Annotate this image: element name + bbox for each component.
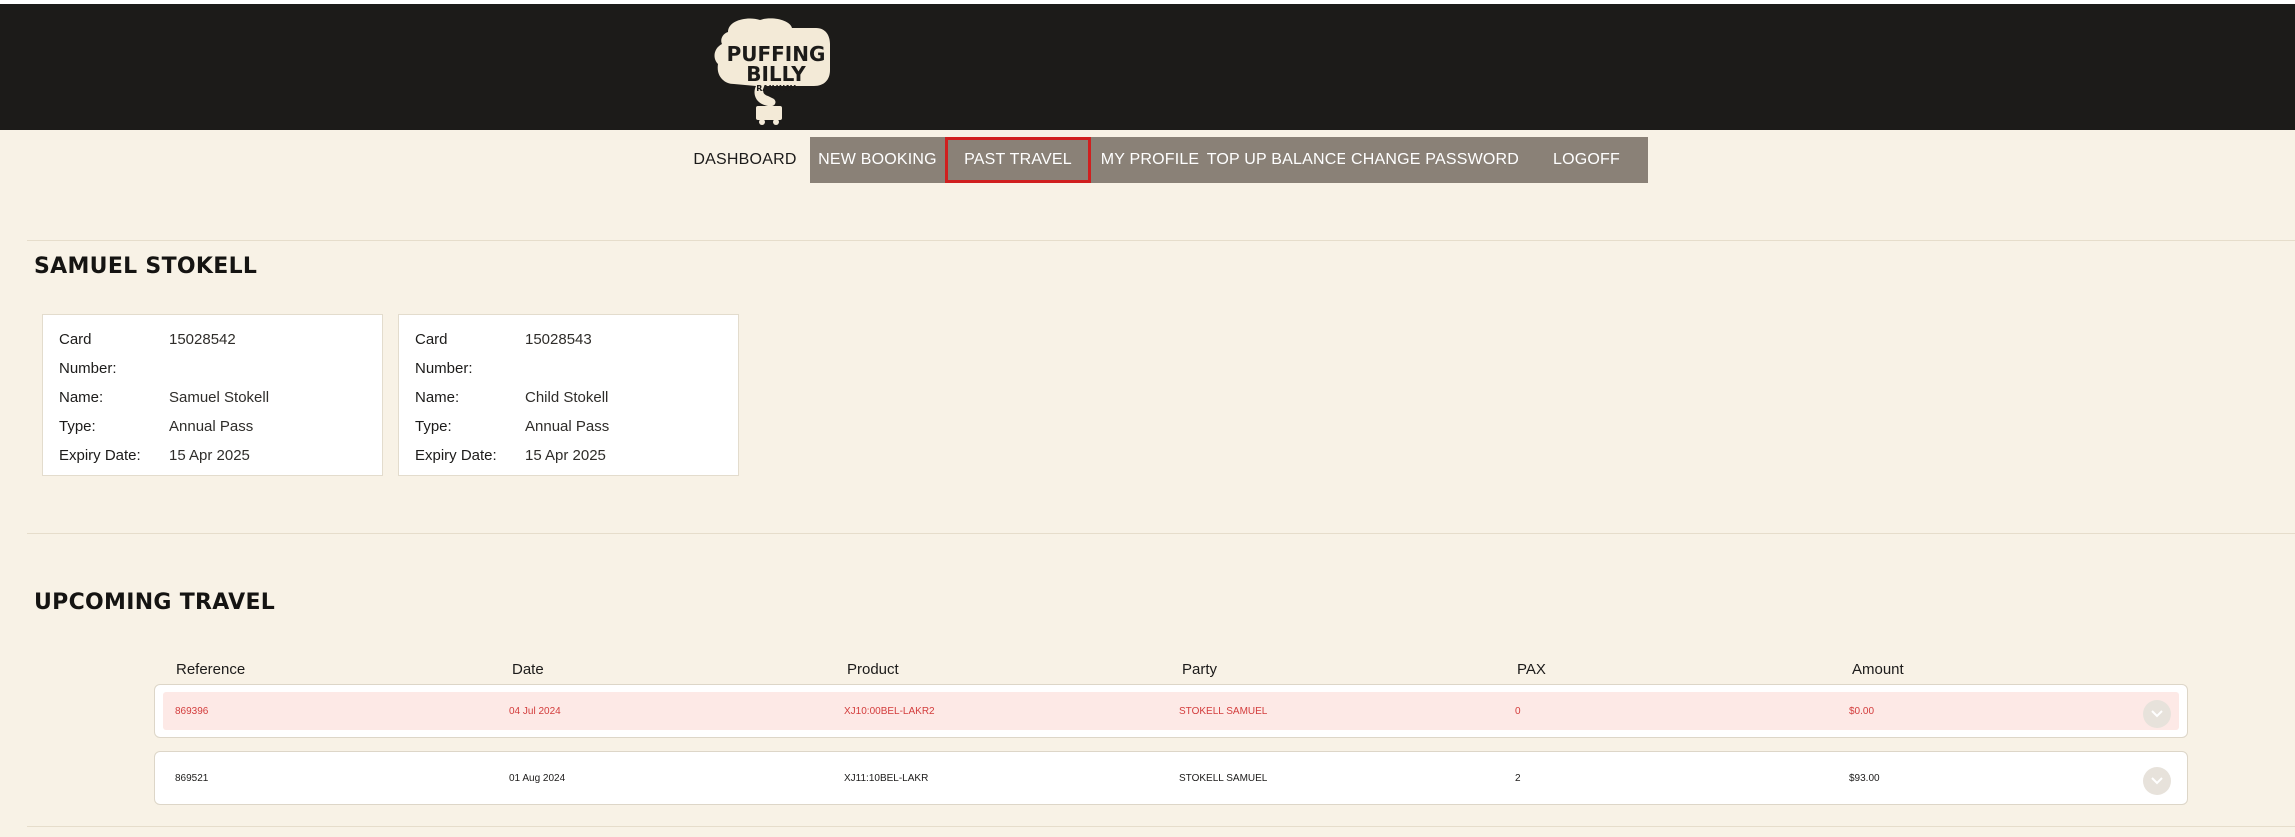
expiry-value: 15 Apr 2025: [169, 447, 250, 464]
card-number-value: 15028543: [525, 331, 592, 348]
site-header: PUFFING BILLY RAILWAY: [0, 4, 2295, 130]
nav-my-profile[interactable]: MY PROFILE: [1091, 137, 1209, 183]
column-header-party[interactable]: Party: [1182, 661, 1217, 678]
puffing-billy-logo[interactable]: PUFFING BILLY RAILWAY: [708, 14, 834, 126]
expiry-label: Expiry Date:: [415, 447, 497, 464]
type-value: Annual Pass: [169, 418, 254, 435]
logo-text-billy: BILLY: [746, 62, 806, 86]
nav-new-booking[interactable]: NEW BOOKING: [810, 137, 945, 183]
table-row[interactable]: 869396 04 Jul 2024 XJ10:00BEL-LAKR2 STOK…: [154, 684, 2188, 738]
column-header-amount[interactable]: Amount: [1852, 661, 1904, 678]
type-label: Type:: [415, 418, 452, 435]
divider-bottom: [27, 826, 2295, 827]
nav-dashboard[interactable]: DASHBOARD: [680, 137, 810, 183]
pass-card: Card Number: 15028542 Name: Samuel Stokel…: [42, 314, 383, 476]
nav-logoff[interactable]: LOGOFF: [1525, 137, 1648, 183]
nav-change-password[interactable]: CHANGE PASSWORD: [1345, 137, 1525, 183]
upcoming-travel-title: UPCOMING TRAVEL: [34, 590, 276, 615]
cell-pax: 2: [1515, 773, 1521, 784]
card-expiry-row: Expiry Date: 15 Apr 2025: [59, 441, 366, 470]
card-number-label: Card Number:: [59, 331, 117, 377]
name-label: Name:: [59, 389, 104, 406]
chevron-down-icon: [2151, 710, 2163, 718]
upcoming-travel-table-header: Reference Date Product Party PAX Amount: [176, 658, 2188, 682]
card-number-row: Card Number: 15028542: [59, 325, 366, 383]
pass-card: Card Number: 15028543 Name: Child Stokell…: [398, 314, 739, 476]
divider-middle: [27, 533, 2295, 534]
type-label: Type:: [59, 418, 96, 435]
cell-party: STOKELL SAMUEL: [1179, 706, 1268, 717]
card-expiry-row: Expiry Date: 15 Apr 2025: [415, 441, 722, 470]
cell-product: XJ10:00BEL-LAKR2: [844, 706, 935, 717]
row-expand-button[interactable]: [2143, 700, 2171, 728]
name-value: Child Stokell: [525, 389, 609, 406]
nav-past-travel[interactable]: PAST TRAVEL: [945, 137, 1091, 183]
nav-top-up-balance[interactable]: TOP UP BALANCE: [1207, 137, 1347, 183]
column-header-pax[interactable]: PAX: [1517, 661, 1546, 678]
cell-amount: $93.00: [1849, 773, 1880, 784]
cell-product: XJ11:10BEL-LAKR: [844, 773, 929, 784]
column-header-date[interactable]: Date: [512, 661, 544, 678]
row-expand-button[interactable]: [2143, 767, 2171, 795]
card-name-row: Name: Child Stokell: [415, 383, 722, 412]
account-holder-name: SAMUEL STOKELL: [34, 254, 258, 279]
chevron-down-icon: [2151, 777, 2163, 785]
cell-date: 04 Jul 2024: [509, 706, 561, 717]
cell-pax: 0: [1515, 706, 1521, 717]
card-number-label: Card Number:: [415, 331, 473, 377]
column-header-product[interactable]: Product: [847, 661, 899, 678]
name-value: Samuel Stokell: [169, 389, 270, 406]
cell-date: 01 Aug 2024: [509, 773, 566, 784]
cell-amount: $0.00: [1849, 706, 1875, 717]
cell-party: STOKELL SAMUEL: [1179, 773, 1268, 784]
cell-reference: 869521: [175, 773, 209, 784]
card-type-row: Type: Annual Pass: [59, 412, 366, 441]
main-nav: DASHBOARD NEW BOOKING PAST TRAVEL MY PRO…: [680, 137, 1648, 183]
table-row[interactable]: 869521 01 Aug 2024 XJ11:10BEL-LAKR STOKE…: [154, 751, 2188, 805]
card-type-row: Type: Annual Pass: [415, 412, 722, 441]
card-number-value: 15028542: [169, 331, 236, 348]
card-number-row: Card Number: 15028543: [415, 325, 722, 383]
row-body: 869521 01 Aug 2024 XJ11:10BEL-LAKR STOKE…: [163, 759, 2179, 797]
column-header-reference[interactable]: Reference: [176, 661, 245, 678]
card-name-row: Name: Samuel Stokell: [59, 383, 366, 412]
expiry-label: Expiry Date:: [59, 447, 141, 464]
row-highlight: 869396 04 Jul 2024 XJ10:00BEL-LAKR2 STOK…: [163, 692, 2179, 730]
name-label: Name:: [415, 389, 460, 406]
cell-reference: 869396: [175, 706, 209, 717]
divider-top: [27, 240, 2295, 241]
type-value: Annual Pass: [525, 418, 610, 435]
logo-text-railway: RAILWAY: [756, 84, 796, 93]
expiry-value: 15 Apr 2025: [525, 447, 606, 464]
